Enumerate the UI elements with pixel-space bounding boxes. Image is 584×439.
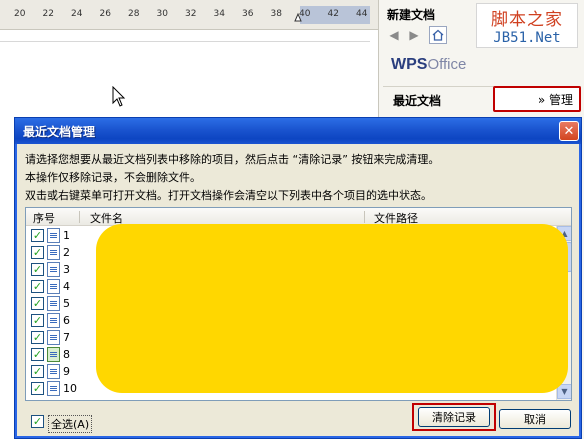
row-checkbox[interactable]: ✓ xyxy=(31,246,44,259)
web-doc-icon xyxy=(47,347,60,362)
row-number: 7 xyxy=(63,331,70,344)
row-number: 9 xyxy=(63,365,70,378)
dialog-titlebar[interactable]: 最近文档管理 ✕ xyxy=(15,118,581,144)
ruler-number: 38 xyxy=(270,9,282,19)
row-number: 3 xyxy=(63,263,70,276)
forward-arrow-icon[interactable]: ▶ xyxy=(405,26,423,44)
row-checkbox[interactable]: ✓ xyxy=(31,263,44,276)
row-number: 6 xyxy=(63,314,70,327)
dialog-description-line3: 双击或右键菜单可打开文档。打开文档操作会清空以下列表中各个项目的选中状态。 xyxy=(25,189,432,202)
word-doc-icon xyxy=(47,364,60,379)
recent-documents-list[interactable]: 序号 文件名 文件路径 ✓ 1 ✓ 2 ✓ 3 ✓ 4 ✓ 5 ✓ 6 ✓ 7 ✓ 8 ✓ 9 ✓ 10 ▲ ▼ xyxy=(25,207,572,401)
ruler-number: 22 xyxy=(42,9,54,19)
clear-records-button[interactable]: 清除记录 xyxy=(418,407,490,427)
dialog-title: 最近文档管理 xyxy=(23,125,96,139)
column-divider[interactable] xyxy=(364,211,365,223)
home-icon[interactable] xyxy=(429,26,447,44)
row-checkbox[interactable]: ✓ xyxy=(31,297,44,310)
row-number: 8 xyxy=(63,348,70,361)
close-icon[interactable]: ✕ xyxy=(559,121,579,141)
site-logo-line2: JB51.Net xyxy=(493,30,561,46)
ruler-number: 32 xyxy=(185,9,197,19)
wps-logo-bold: WPS xyxy=(391,56,428,73)
clear-records-highlight: 清除记录 xyxy=(412,403,496,431)
row-checkbox[interactable]: ✓ xyxy=(31,280,44,293)
ruler-number: 20 xyxy=(14,9,26,19)
dialog-description-line2: 本操作仅移除记录，不会删除文件。 xyxy=(25,171,201,184)
row-number: 4 xyxy=(63,280,70,293)
row-checkbox[interactable]: ✓ xyxy=(31,314,44,327)
select-all-checkbox[interactable]: ✓ 全选(A) xyxy=(31,413,121,433)
recent-documents-title: 最近文档 xyxy=(393,94,442,108)
column-divider[interactable] xyxy=(79,211,80,223)
row-number: 10 xyxy=(63,382,77,395)
row-number: 5 xyxy=(63,297,70,310)
word-doc-icon xyxy=(47,313,60,328)
ruler-number: 42 xyxy=(327,9,339,19)
word-doc-icon xyxy=(47,228,60,243)
row-checkbox[interactable]: ✓ xyxy=(31,331,44,344)
ruler-number: 26 xyxy=(99,9,111,19)
word-doc-icon xyxy=(47,279,60,294)
row-checkbox[interactable]: ✓ xyxy=(31,229,44,242)
word-doc-icon xyxy=(47,330,60,345)
row-number: 2 xyxy=(63,246,70,259)
ruler-number: 44 xyxy=(356,9,368,19)
pane-toolbar: ◀ ▶ xyxy=(383,26,463,46)
word-doc-icon xyxy=(47,262,60,277)
page-top-edge xyxy=(0,30,370,42)
tab-stop-marker-icon[interactable] xyxy=(294,12,302,22)
ruler-number: 36 xyxy=(242,9,254,19)
cancel-button[interactable]: 取消 xyxy=(499,409,571,429)
row-checkbox[interactable]: ✓ xyxy=(31,365,44,378)
word-doc-icon xyxy=(47,381,60,396)
column-header-index[interactable]: 序号 xyxy=(33,210,55,226)
dialog-description-line1: 请选择您想要从最近文档列表中移除的项目，然后点击 “清除记录” 按钮来完成清理。 xyxy=(25,153,440,166)
ruler-scale: 20 22 24 26 28 30 32 34 36 38 40 42 44 xyxy=(0,6,378,24)
site-logo-line1: 脚本之家 xyxy=(491,10,563,30)
pane-header-new-document[interactable]: 新建文档 xyxy=(387,6,467,24)
recent-documents-dialog: 最近文档管理 ✕ 请选择您想要从最近文档列表中移除的项目，然后点击 “清除记录”… xyxy=(14,117,582,439)
row-checkbox[interactable]: ✓ xyxy=(31,382,44,395)
wps-logo-office: Office xyxy=(427,56,467,73)
site-watermark-logo: 脚本之家 JB51.Net xyxy=(476,3,578,48)
wps-office-logo: WPSOffice xyxy=(391,56,551,82)
back-arrow-icon[interactable]: ◀ xyxy=(385,26,403,44)
manage-recent-link[interactable]: » 管理 xyxy=(493,86,581,112)
select-all-check-icon[interactable]: ✓ xyxy=(31,415,44,428)
ruler-number: 24 xyxy=(71,9,83,19)
ruler-number: 28 xyxy=(128,9,140,19)
word-doc-icon xyxy=(47,245,60,260)
redaction-overlay xyxy=(96,224,568,393)
mouse-pointer-icon xyxy=(112,86,126,107)
ruler-number: 30 xyxy=(156,9,168,19)
select-all-label[interactable]: 全选(A) xyxy=(48,415,93,433)
ruler-number: 34 xyxy=(213,9,225,19)
row-number: 1 xyxy=(63,229,70,242)
row-checkbox[interactable]: ✓ xyxy=(31,348,44,361)
horizontal-ruler: 20 22 24 26 28 30 32 34 36 38 40 42 44 xyxy=(0,0,378,30)
word-doc-icon xyxy=(47,296,60,311)
